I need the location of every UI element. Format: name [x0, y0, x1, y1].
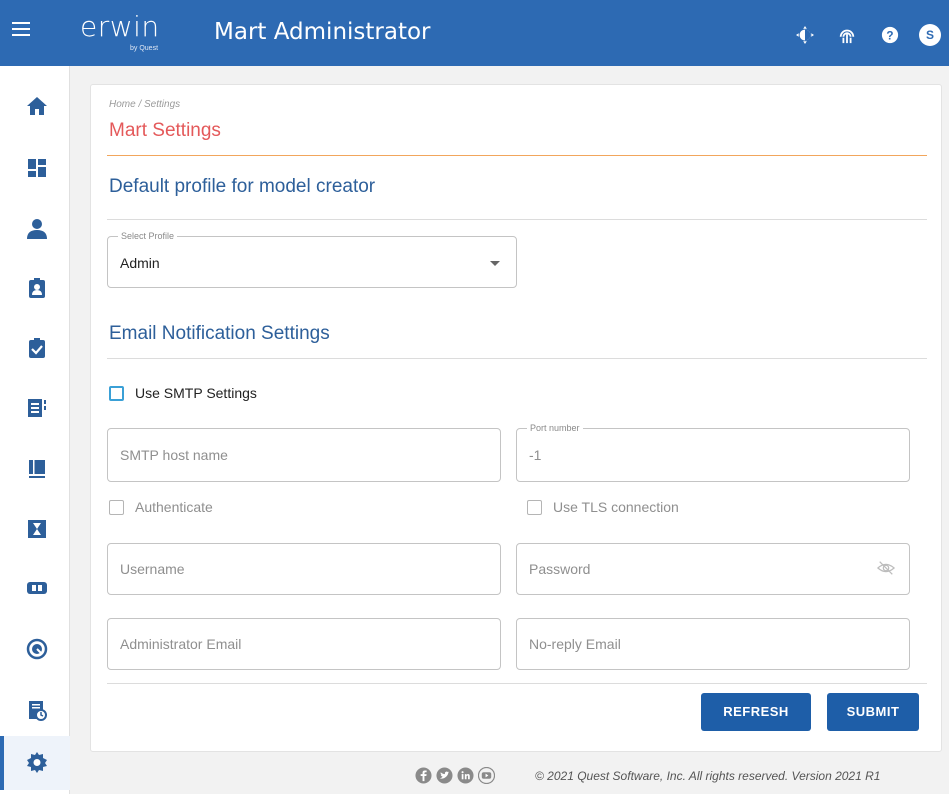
sidebar-item-profiles[interactable]: [0, 262, 70, 316]
copyright-text: © 2021 Quest Software, Inc. All rights r…: [535, 769, 881, 783]
brand-name: erwin: [80, 10, 160, 43]
page-title: Mart Settings: [109, 120, 221, 141]
use-smtp-checkbox[interactable]: Use SMTP Settings: [109, 385, 257, 401]
submit-button[interactable]: SUBMIT: [827, 693, 919, 731]
footer: © 2021 Quest Software, Inc. All rights r…: [70, 758, 949, 794]
chevron-down-icon: [490, 261, 500, 266]
help-icon[interactable]: ?: [881, 26, 899, 44]
noreply-email-input[interactable]: [517, 619, 909, 669]
port-number-value: -1: [529, 447, 542, 463]
section-title-profile: Default profile for model creator: [109, 176, 376, 197]
connection-icon[interactable]: [838, 26, 856, 44]
admin-email-field[interactable]: [107, 618, 501, 670]
sidebar-item-reports[interactable]: [0, 684, 70, 738]
authenticate-checkbox[interactable]: Authenticate: [109, 499, 213, 515]
connector-icon: [27, 582, 47, 594]
username-field[interactable]: [107, 543, 501, 595]
hourglass-icon: [28, 520, 46, 538]
clipboard-check-icon: [29, 338, 45, 358]
profile-select-label: Select Profile: [118, 231, 178, 241]
linkedin-icon[interactable]: [457, 767, 474, 784]
catalog-icon: [28, 399, 46, 417]
refresh-button[interactable]: REFRESH: [701, 693, 811, 731]
smtp-host-field[interactable]: [107, 428, 501, 482]
home-icon: [27, 97, 47, 115]
profile-select-value: Admin: [120, 255, 160, 271]
user-icon: [27, 219, 47, 239]
title-divider: [107, 155, 927, 156]
admin-email-input[interactable]: [108, 619, 500, 669]
visibility-off-icon[interactable]: [877, 559, 895, 577]
noreply-email-field[interactable]: [516, 618, 910, 670]
sidebar-nav: [0, 66, 70, 794]
gear-icon: [27, 752, 47, 773]
session-icon: [26, 638, 48, 660]
password-field[interactable]: [516, 543, 910, 595]
password-input[interactable]: [517, 544, 909, 594]
sidebar-item-connections[interactable]: [0, 562, 70, 616]
app-title: Mart Administrator: [214, 19, 431, 45]
facebook-icon[interactable]: [415, 767, 432, 784]
report-schedule-icon: [29, 701, 47, 721]
smtp-host-input[interactable]: [108, 429, 500, 481]
sidebar-item-sessions[interactable]: [0, 503, 70, 557]
port-number-label: Port number: [527, 423, 583, 433]
authenticate-label: Authenticate: [135, 499, 213, 515]
breadcrumb[interactable]: Home / Settings: [109, 99, 180, 110]
sidebar-item-home[interactable]: [0, 80, 70, 134]
section-divider: [107, 358, 927, 359]
brand-subtitle: by Quest: [130, 45, 159, 52]
section-title-email: Email Notification Settings: [109, 323, 330, 344]
hamburger-menu-icon[interactable]: [12, 22, 30, 36]
tls-label: Use TLS connection: [553, 499, 679, 515]
youtube-icon[interactable]: [478, 767, 495, 784]
book-icon: [29, 460, 45, 478]
use-smtp-label: Use SMTP Settings: [135, 385, 257, 401]
checkbox-box[interactable]: [109, 499, 124, 515]
user-avatar[interactable]: S: [919, 24, 941, 46]
section-divider: [107, 219, 927, 220]
tls-checkbox[interactable]: Use TLS connection: [527, 499, 679, 515]
profile-select[interactable]: Select Profile Admin: [107, 231, 517, 288]
app-header: erwin by Quest Mart Administrator ? S: [0, 0, 949, 66]
username-input[interactable]: [108, 544, 500, 594]
svg-text:?: ?: [886, 30, 893, 43]
settings-card: Home / Settings Mart Settings Default pr…: [90, 84, 942, 752]
checkbox-box[interactable]: [527, 499, 542, 515]
user-badge-icon: [29, 278, 45, 298]
checkbox-box[interactable]: [109, 385, 124, 401]
form-divider: [107, 683, 927, 684]
sidebar-item-library[interactable]: [0, 443, 70, 497]
dashboard-icon: [28, 159, 46, 177]
theme-toggle-icon[interactable]: [796, 26, 814, 44]
twitter-icon[interactable]: [436, 767, 453, 784]
sidebar-item-catalog[interactable]: [0, 382, 70, 436]
sidebar-item-dashboard[interactable]: [0, 142, 70, 196]
sidebar-item-settings[interactable]: [0, 736, 70, 790]
sidebar-item-monitor[interactable]: [0, 623, 70, 677]
port-number-field[interactable]: Port number -1: [516, 423, 910, 482]
sidebar-item-permissions[interactable]: [0, 322, 70, 376]
sidebar-item-users[interactable]: [0, 203, 70, 257]
